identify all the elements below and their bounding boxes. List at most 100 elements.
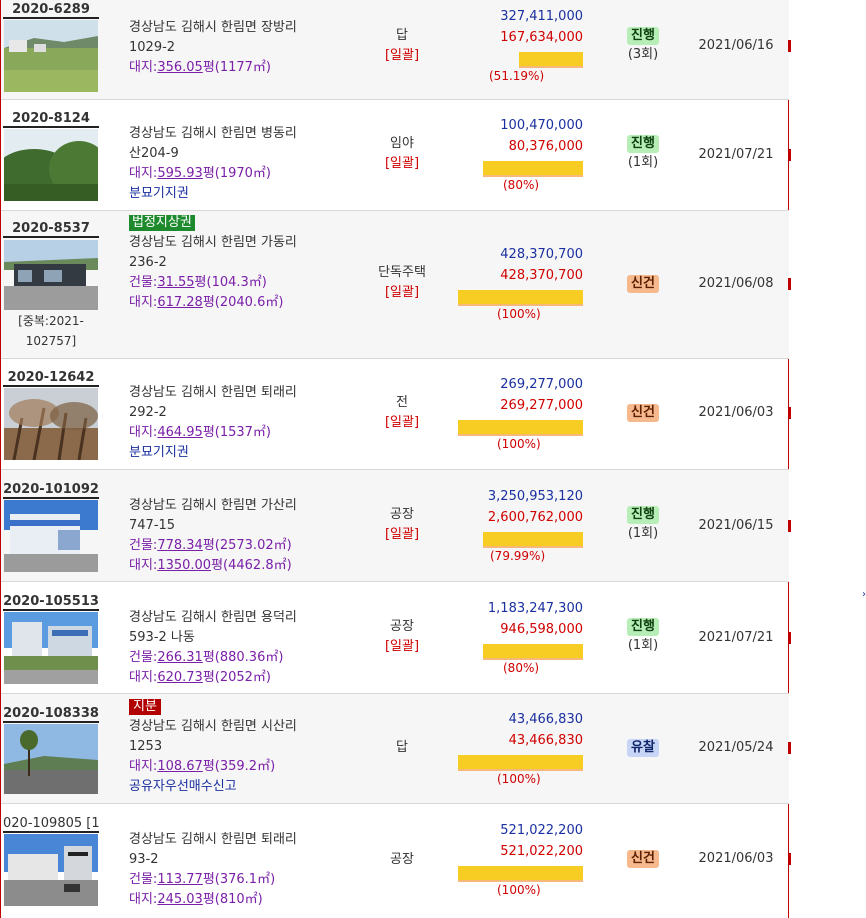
area-label: 대지: [129, 759, 158, 774]
area-pyeong[interactable]: 620.73 [157, 670, 203, 685]
land-area[interactable]: 대지:617.28평(2040.6㎡) [129, 293, 349, 313]
property-photo[interactable] [4, 834, 98, 906]
address-line1: 경상남도 김해시 한림면 퇴래리 [129, 385, 297, 400]
case-number[interactable]: 2020-12642 [3, 370, 99, 387]
address-line1: 경상남도 김해시 한림면 가산리 [129, 498, 297, 513]
address-block: 경상남도 김해시 한림면 장방리 1029-2 대지:356.05평(1177㎡… [129, 18, 349, 78]
area-sqm: (880.36㎡) [214, 650, 284, 665]
land-area[interactable]: 대지:464.95평(1537㎡) [129, 423, 349, 443]
status-cell: 진행 (1회) [613, 618, 673, 656]
property-photo[interactable] [4, 129, 98, 201]
area-unit: 평 [194, 275, 207, 290]
property-photo-image [4, 612, 98, 684]
area-pyeong[interactable]: 356.05 [157, 60, 203, 75]
area-pyeong[interactable]: 595.93 [157, 166, 203, 181]
area-pyeong[interactable]: 31.55 [157, 275, 194, 290]
land-area[interactable]: 대지:245.03평(810㎡) [129, 890, 349, 910]
usage-type: 답 [396, 28, 408, 43]
property-photo[interactable] [4, 20, 98, 92]
land-area[interactable]: 대지:595.93평(1970㎡) [129, 164, 349, 184]
usage-type: 공장 [390, 852, 414, 867]
property-photo-image [4, 20, 98, 92]
status-cell: 진행 (1회) [613, 506, 673, 544]
case-number[interactable]: 2020-8537 [3, 221, 99, 238]
status-badge: 진행 [627, 135, 659, 153]
area-pyeong[interactable]: 113.77 [157, 872, 203, 887]
case-number[interactable]: 2020-105513 [3, 594, 99, 611]
address-line2: 236-2 [129, 255, 167, 270]
table-row[interactable]: 020-109805 [1] 경상남도 김해시 한림면 퇴래리 93-2 건물:… [1, 804, 791, 918]
area-label: 건물: [129, 872, 158, 887]
partial-share-tag: 지분 [129, 699, 161, 715]
usage-cell: 공장 [361, 850, 443, 870]
property-photo[interactable] [4, 612, 98, 684]
case-number[interactable]: 2020-8124 [3, 111, 99, 128]
case-number[interactable]: 020-109805 [1] [3, 816, 99, 833]
area-unit: 평 [202, 892, 215, 907]
case-number[interactable]: 2020-108338 [3, 706, 99, 723]
row-marker [788, 853, 791, 865]
address-line1: 경상남도 김해시 한림면 시산리 [129, 719, 297, 734]
building-area[interactable]: 건물:113.77평(376.1㎡) [129, 870, 349, 890]
address-block: 경상남도 김해시 한림면 가산리 747-15 건물:778.34평(2573.… [129, 496, 349, 576]
special-note: 분묘기지권 [129, 186, 189, 201]
area-pyeong[interactable]: 1350.00 [157, 558, 211, 573]
bulk-sale-label: [일괄] [384, 415, 420, 430]
duplicate-case-note: [중복:2021- 102757] [3, 311, 99, 351]
area-label: 건물: [129, 538, 158, 553]
scroll-indicator-icon: › [862, 589, 866, 600]
area-pyeong[interactable]: 266.31 [157, 650, 203, 665]
area-label: 대지: [129, 425, 158, 440]
area-label: 대지: [129, 295, 158, 310]
area-pyeong[interactable]: 108.67 [157, 759, 203, 774]
property-photo[interactable] [4, 500, 98, 572]
table-row[interactable]: 2020-108338 지분 경상남도 김해시 한림면 시산리 1253 대지:… [1, 694, 791, 804]
address-line2: 93-2 [129, 852, 159, 867]
table-row[interactable]: 2020-12642 경상남도 김해시 한림면 퇴래리 292-2 대지:464… [1, 359, 791, 470]
property-photo[interactable] [4, 724, 98, 794]
land-area[interactable]: 대지:620.73평(2052㎡) [129, 668, 349, 688]
area-pyeong[interactable]: 778.34 [157, 538, 203, 553]
building-area[interactable]: 건물:31.55평(104.3㎡) [129, 273, 349, 293]
building-area[interactable]: 건물:778.34평(2573.02㎡) [129, 536, 349, 556]
minimum-price: 43,466,830 [508, 733, 583, 748]
ratio-bar [458, 755, 583, 771]
appraised-price: 3,250,953,120 [487, 489, 583, 504]
address-block: 경상남도 김해시 한림면 병동리 산204-9 대지:595.93평(1970㎡… [129, 124, 349, 204]
table-row[interactable]: 2020-105513 경상남도 김해시 한림면 용덕리 593-2 나동 건물… [1, 582, 791, 694]
usage-cell: 공장 [일괄] [361, 505, 443, 545]
ratio-bar [458, 866, 583, 882]
area-pyeong[interactable]: 617.28 [157, 295, 203, 310]
table-row[interactable]: 2020-8537 [중복:2021- 102757] 법정지상권 경상남도 김… [1, 211, 791, 359]
area-pyeong[interactable]: 245.03 [157, 892, 203, 907]
appraised-price: 521,022,200 [500, 823, 583, 838]
auction-date: 2021/06/03 [698, 851, 774, 866]
ratio-text: (80%) [503, 661, 540, 675]
area-sqm: (359.2㎡) [214, 759, 276, 774]
minimum-price: 80,376,000 [508, 139, 583, 154]
table-row[interactable]: 2020-6289 경상남도 김해시 한림면 장방리 1029-2 대지:356… [1, 0, 791, 100]
table-row[interactable]: 2020-8124 경상남도 김해시 한림면 병동리 산204-9 대지:595… [1, 100, 791, 211]
land-area[interactable]: 대지:1350.00평(4462.8㎡) [129, 556, 349, 576]
area-unit: 평 [211, 558, 224, 573]
minimum-price: 2,600,762,000 [487, 510, 583, 525]
area-pyeong[interactable]: 464.95 [157, 425, 203, 440]
appraised-price: 269,277,000 [500, 377, 583, 392]
ratio-text: (100%) [497, 437, 541, 451]
land-area[interactable]: 대지:356.05평(1177㎡) [129, 58, 349, 78]
case-number[interactable]: 2020-101092 [3, 482, 99, 499]
address-line1: 경상남도 김해시 한림면 가동리 [129, 235, 297, 250]
property-photo[interactable] [4, 240, 98, 310]
building-area[interactable]: 건물:266.31평(880.36㎡) [129, 648, 349, 668]
case-number[interactable]: 2020-6289 [3, 2, 99, 19]
land-area[interactable]: 대지:108.67평(359.2㎡) [129, 757, 349, 777]
ratio-text: (80%) [503, 178, 540, 192]
usage-type: 공장 [390, 619, 414, 634]
property-photo-image [4, 834, 98, 906]
auction-date: 2021/07/21 [698, 630, 774, 645]
property-photo[interactable] [4, 388, 98, 460]
table-row[interactable]: 2020-101092 경상남도 김해시 한림면 가산리 747-15 건물:7… [1, 470, 791, 582]
minimum-price: 946,598,000 [500, 622, 583, 637]
status-badge: 신건 [627, 275, 659, 293]
status-cell: 신건 [613, 404, 673, 422]
